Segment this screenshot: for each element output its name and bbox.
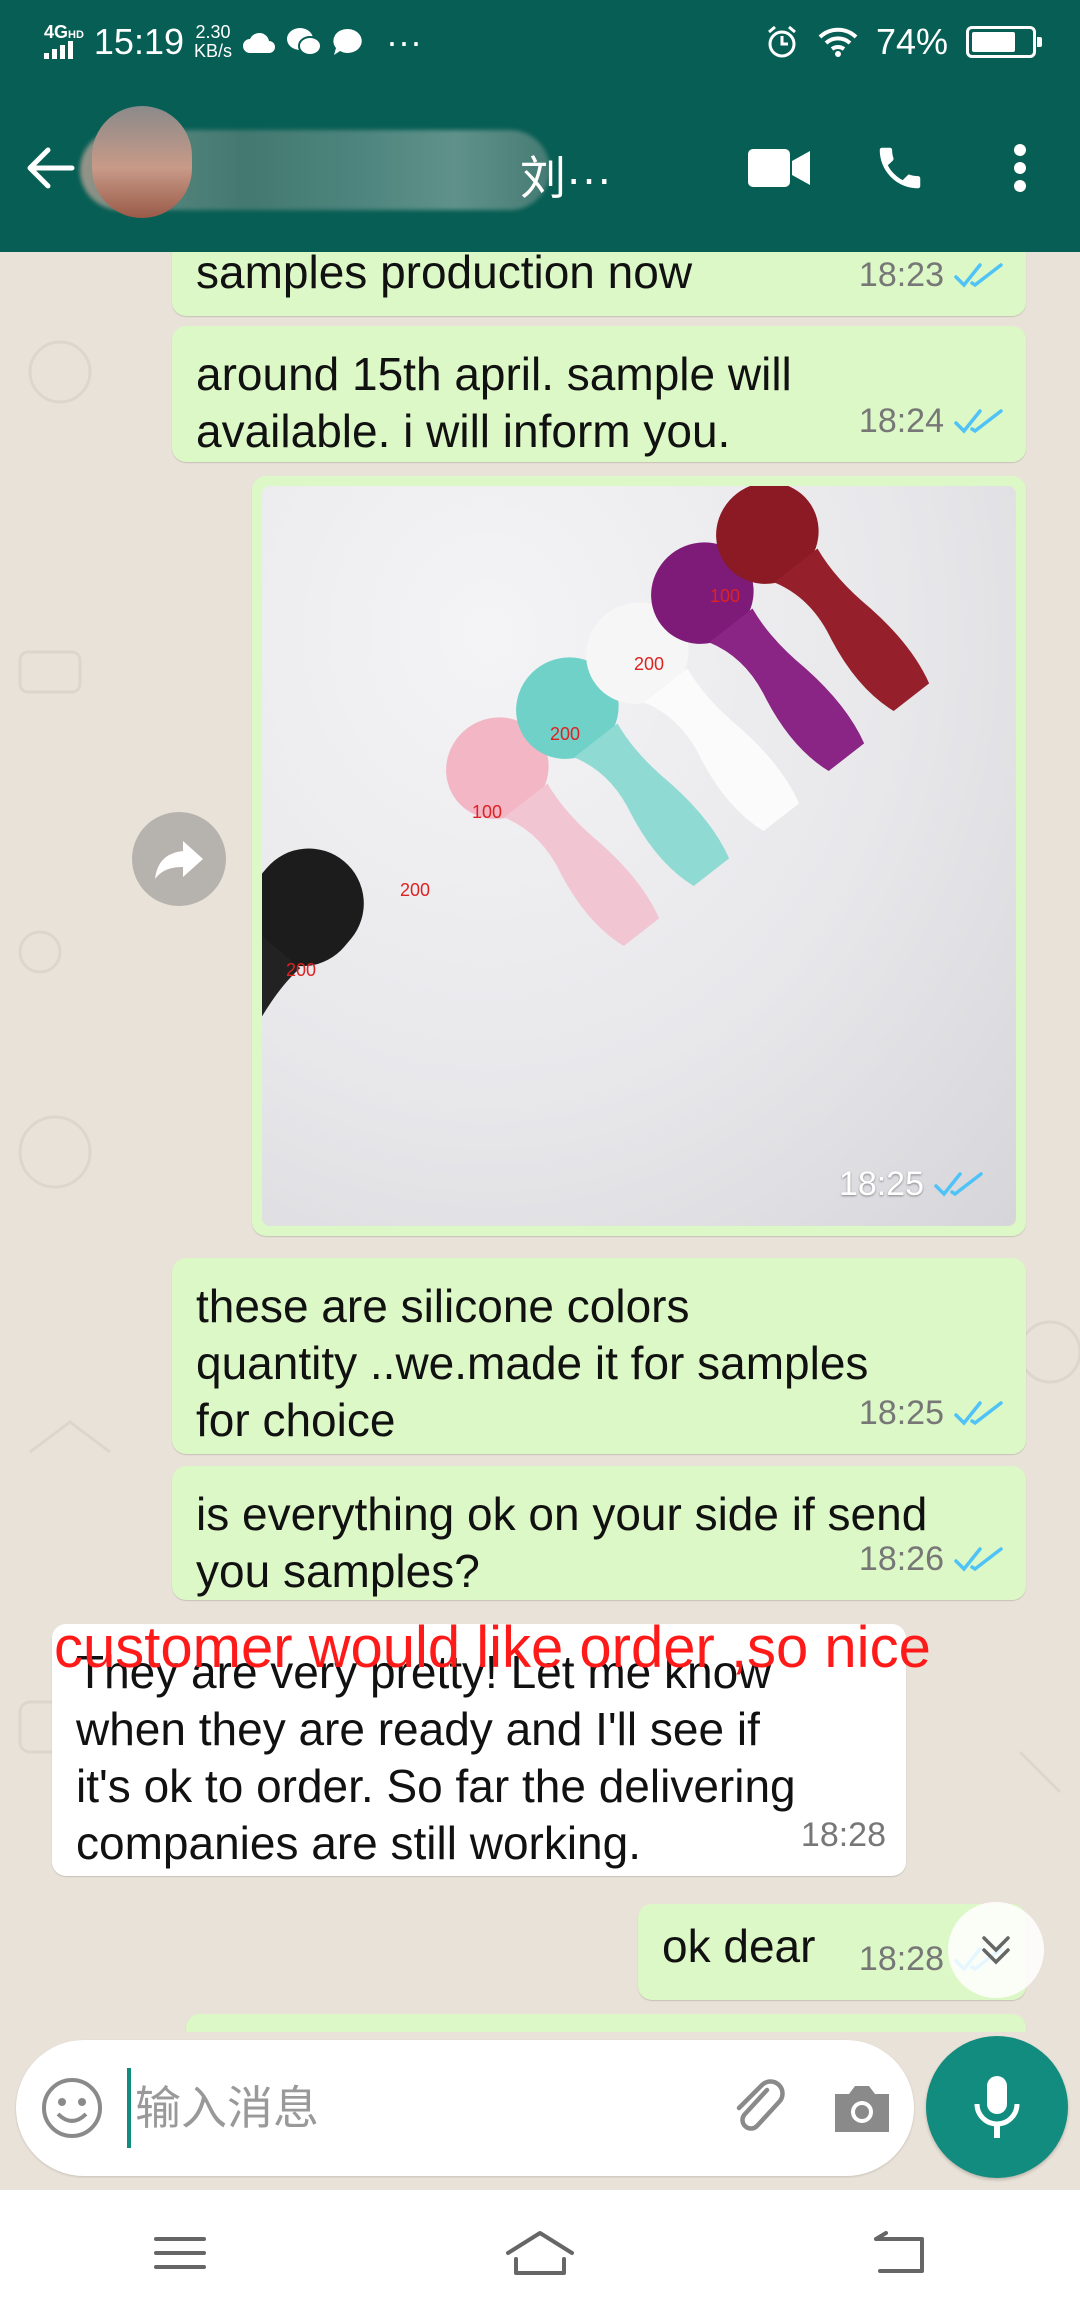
system-nav-bar [0,2190,1080,2316]
status-bar: 4GHD 15:19 2.30 KB/s ··· 74% [0,0,1080,84]
forward-icon [155,841,203,879]
message-bubble-outgoing[interactable]: is everything ok on your side if send yo… [172,1466,1026,1600]
hamburger-icon [154,2237,206,2269]
silicone-brushes-illustration [262,486,930,1110]
chat-header: 刘··· [0,84,1080,252]
paperclip-icon [736,2079,785,2131]
photo-label: 100 [710,586,741,606]
photo-label: 200 [400,880,431,900]
voice-call-button[interactable] [840,84,960,252]
status-right: 74% [764,21,1042,63]
chat-area[interactable]: samples production now 18:23 around 15th… [0,252,1080,2032]
network-indicator: 4GHD [44,23,84,62]
clock: 15:19 [93,21,184,62]
scroll-to-bottom-button[interactable] [948,1902,1044,1998]
arrow-left-icon [27,147,75,189]
message-time: 18:25 [838,1165,924,1203]
video-call-button[interactable] [720,84,840,252]
message-meta: 18:28 [801,1807,886,1864]
photo-label: 100 [472,802,503,822]
more-vertical-icon [1014,144,1026,192]
wifi-icon [818,27,858,57]
message-composer [16,2040,914,2176]
forward-button[interactable] [132,812,226,906]
camera-icon [835,2086,890,2132]
message-time: 18:28 [858,1940,944,1978]
photo-label: 200 [286,960,317,980]
battery-icon [966,26,1042,58]
read-ticks-icon [954,1546,1003,1572]
camera-button[interactable] [811,2040,914,2176]
battery-fill [972,32,1015,52]
home-icon [506,2231,574,2275]
message-time: 18:26 [858,1540,944,1578]
message-meta: 18:25 [839,1165,986,1204]
message-bubble-outgoing[interactable]: these are silicone colors quantity ..we.… [172,1258,1026,1454]
speed-value: 2.30 [195,22,231,43]
message-meta: 18:23 [859,252,1006,304]
speed-unit: KB/s [194,41,233,61]
signal-bars-icon [44,40,73,59]
read-ticks-icon [954,408,1003,434]
message-input[interactable] [127,2068,708,2148]
video-camera-icon [748,149,810,187]
read-ticks-icon [954,262,1003,288]
alarm-icon [767,25,796,58]
wechat-icon [287,28,323,56]
more-options-button[interactable] [960,84,1080,252]
message-bubble-outgoing[interactable]: samples production now 18:23 [172,252,1026,316]
message-meta: 18:26 [859,1531,1006,1588]
home-nav-button[interactable] [460,2203,620,2303]
back-nav-button[interactable] [820,2203,980,2303]
message-time: 18:28 [800,1816,886,1854]
voice-record-button[interactable] [926,2036,1068,2178]
back-return-icon [874,2231,924,2273]
network-tag: HD [68,28,84,41]
attach-button[interactable] [707,2040,810,2176]
message-bubble-outgoing[interactable]: around 15th april. sample will available… [172,326,1026,462]
annotation-text: customer would like order ,so nice [54,1615,931,1680]
cloud-icon [243,32,276,53]
contact-name[interactable]: 刘··· [520,142,612,208]
double-chevron-down-icon [982,1936,1010,1965]
microphone-icon [974,2076,1020,2138]
read-ticks-icon [934,1171,983,1197]
image-message[interactable]: 100 200 200 100 200 200 18:25 [252,476,1026,1236]
read-ticks-icon [954,1400,1003,1426]
message-meta: 18:24 [859,393,1006,450]
message-time: 18:25 [858,1394,944,1432]
phone-icon [879,147,921,189]
avatar[interactable] [92,106,192,218]
more-notifications: ··· [386,21,422,62]
photo-label: 200 [634,654,665,674]
chat-bubble-icon [333,28,362,55]
smiley-icon [41,2078,102,2138]
photo-label: 200 [550,724,581,744]
menu-nav-button[interactable] [100,2203,260,2303]
header-actions [720,84,1080,252]
message-bubble-outgoing-partial[interactable] [186,2014,1026,2032]
message-time: 18:24 [858,402,944,440]
network-type: 4G [44,21,69,42]
message-meta: 18:25 [859,1385,1006,1442]
battery-percent: 74% [875,21,948,62]
network-speed: 2.30 KB/s [194,23,232,61]
status-left: 4GHD 15:19 2.30 KB/s ··· [44,21,422,63]
emoji-button[interactable] [16,2040,127,2176]
message-time: 18:23 [858,256,944,294]
product-photo[interactable]: 100 200 200 100 200 200 18:25 [262,486,1016,1226]
